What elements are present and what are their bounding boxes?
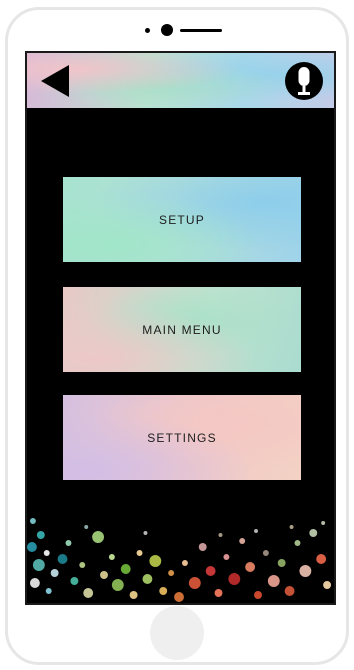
home-button[interactable] (150, 606, 204, 660)
settings-button[interactable]: SETTINGS (63, 395, 301, 480)
main-menu-label: MAIN MENU (142, 322, 222, 337)
setup-label: SETUP (158, 212, 205, 227)
sensor-dot (145, 28, 150, 33)
earpiece-speaker (180, 29, 222, 32)
confetti-decoration (27, 518, 332, 602)
microphone-icon (285, 62, 323, 100)
back-button[interactable] (39, 63, 73, 99)
microphone-button[interactable] (284, 60, 324, 102)
main-menu-button[interactable]: MAIN MENU (63, 287, 301, 372)
front-camera (161, 24, 173, 36)
app-screen: SETUP MAIN MENU SETTINGS (25, 51, 336, 605)
phone-top-sensors (145, 24, 225, 38)
top-bar (27, 53, 334, 108)
setup-button[interactable]: SETUP (63, 177, 301, 262)
settings-label: SETTINGS (147, 430, 217, 445)
back-arrow-icon (41, 65, 69, 97)
